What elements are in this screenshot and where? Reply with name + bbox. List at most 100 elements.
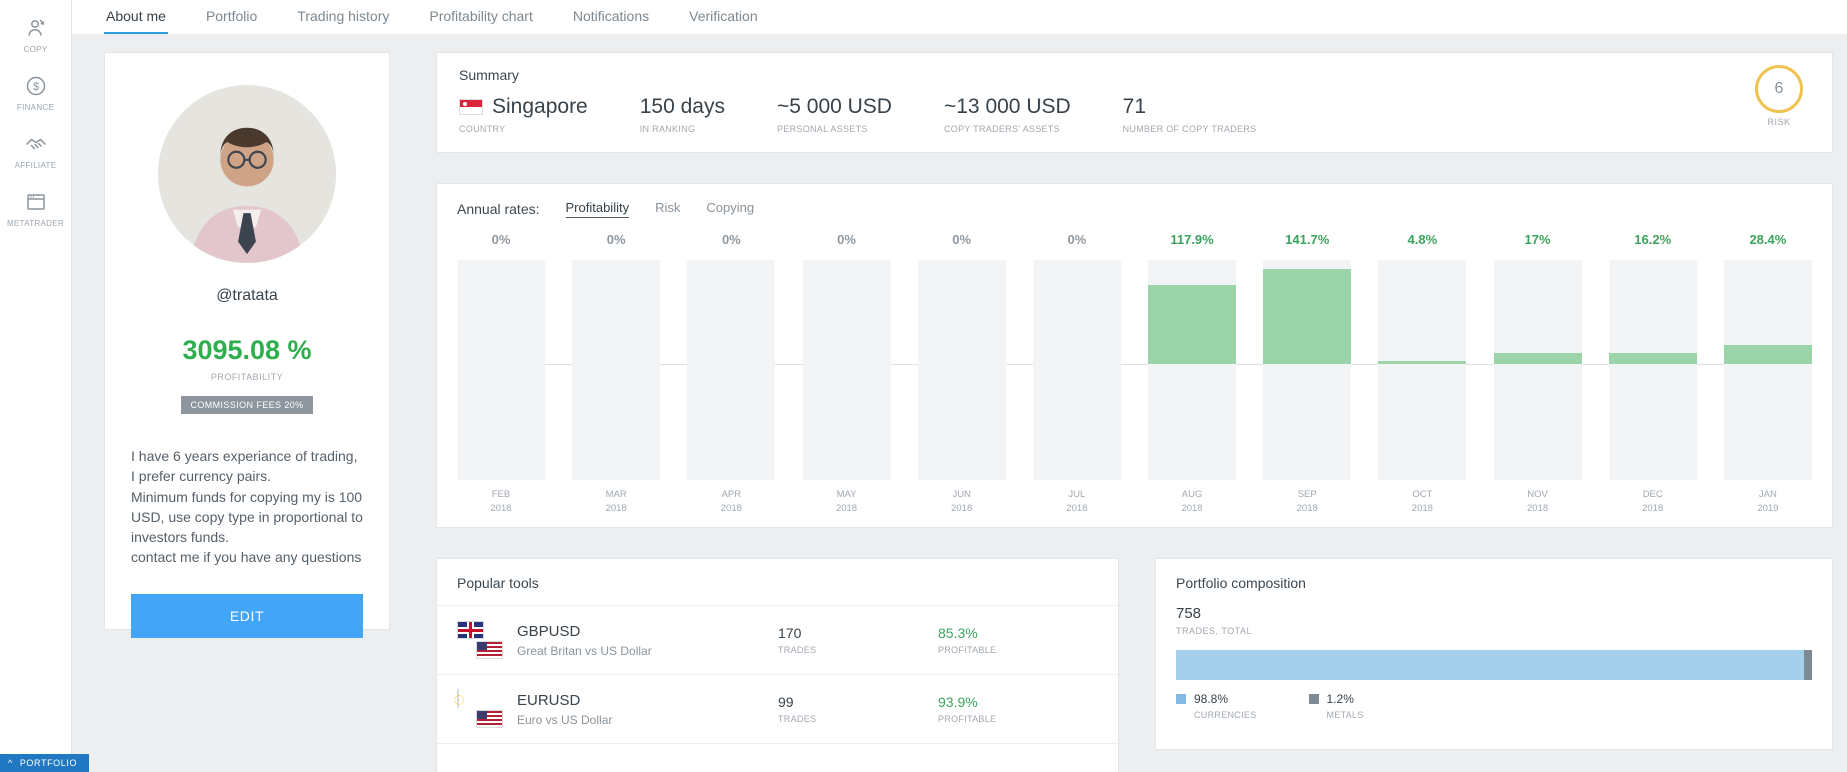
currencies-label: CURRENCIES [1194,710,1257,720]
summary-stats: Singapore COUNTRY 150 days IN RANKING ~5… [459,95,1810,134]
tool-row-eurusd[interactable]: EURUSD Euro vs US Dollar 99 TRADES 93.9%… [437,674,1118,744]
bar-month-label: FEB2018 [457,488,545,517]
bar [457,260,545,480]
svg-text:$: $ [32,81,38,93]
metals-segment [1804,650,1812,680]
chart-column: 4.8%OCT2018 [1378,232,1466,517]
commission-fees-badge: COMMISSION FEES 20% [181,396,312,414]
profitable-value: 85.3% [938,625,1098,641]
bar-value-label: 117.9% [1148,232,1236,256]
tab-about-me[interactable]: About me [104,0,168,34]
bar-month-label: NOV2018 [1494,488,1582,517]
annual-chart: 0%FEB20180%MAR20180%APR20180%MAY20180%JU… [457,232,1812,517]
edit-button[interactable]: EDIT [131,594,363,638]
tab-verification[interactable]: Verification [687,0,759,34]
chart-column: 17% NOV2018 [1494,232,1582,517]
sidebar-item-metatrader[interactable]: METATRADER [0,190,71,228]
bar-month-label: SEP2018 [1263,488,1351,517]
copy-traders-assets-value: ~13 000 USD [944,95,1071,119]
chart-column: 0% MAR2018 [572,232,660,517]
rate-tab-profitability[interactable]: Profitability [566,200,630,218]
bar [1148,260,1236,480]
bar-month-label: MAY2018 [803,488,891,517]
bio-text: I have 6 years experiance of trading, I … [131,446,363,568]
metatrader-window-icon [24,190,48,214]
sidebar-item-finance[interactable]: $ FINANCE [0,74,71,112]
metals-label: METALS [1327,710,1364,720]
tool-row-gbpusd[interactable]: GBPUSD Great Britan vs US Dollar 170 TRA… [437,605,1118,674]
stat-number-of-copy-traders: 71 NUMBER OF COPY TRADERS [1123,95,1257,134]
bar-value-label: 0% [1033,232,1121,256]
metals-value: 1.2% [1327,692,1364,706]
bar [1263,260,1351,480]
rate-tab-risk[interactable]: Risk [655,200,680,218]
collapse-caret-icon: ^ [8,759,13,768]
annual-rates-header: Annual rates: Profitability Risk Copying [457,200,1812,218]
tab-notifications[interactable]: Notifications [571,0,651,34]
affiliate-handshake-icon [24,132,48,156]
legend-metals: 1.2% METALS [1309,692,1364,720]
bar [918,260,1006,480]
chart-column: 0%JUL2018 [1033,232,1121,517]
trades-total-label: TRADES, TOTAL [1176,626,1812,636]
composition-stacked-bar [1176,650,1812,680]
stat-copy-traders-assets: ~13 000 USD COPY TRADERS' ASSETS [944,95,1071,134]
portfolio-badge-label: PORTFOLIO [20,758,77,768]
trades-total-value: 758 [1176,605,1812,622]
copy-traders-count-value: 71 [1123,95,1257,119]
composition-legend: 98.8% CURRENCIES 1.2% METALS [1176,692,1812,720]
bar-value-label: 4.8% [1378,232,1466,256]
bar-month-label: JAN2019 [1724,488,1812,517]
tool-profitable: 93.9% PROFITABLE [938,694,1098,724]
sidebar-item-copy[interactable]: COPY [0,16,71,54]
bar-value-label: 0% [572,232,660,256]
chart-column: 0% JUN2018 [918,232,1006,517]
copy-traders-count-label: NUMBER OF COPY TRADERS [1123,124,1257,134]
bar-value-label: 0% [918,232,1006,256]
in-ranking-label: IN RANKING [640,124,725,134]
risk-gauge: 6 [1755,65,1803,113]
uk-flag-icon [457,621,484,639]
chart-column: 0%APR2018 [687,232,775,517]
copy-person-icon [24,16,48,40]
chart-column: 117.9%AUG2018 [1148,232,1236,517]
sidebar-item-label: AFFILIATE [15,161,57,170]
bar-value-label: 0% [457,232,545,256]
bar [572,260,660,480]
summary-title: Summary [459,67,1810,83]
tab-portfolio[interactable]: Portfolio [204,0,259,34]
profitable-label: PROFITABLE [938,645,1098,655]
tool-fullname: Great Britan vs US Dollar [517,644,778,658]
eu-flag-icon [457,689,459,708]
bar-month-label: JUN2018 [918,488,1006,517]
trades-label: TRADES [778,645,938,655]
bar-value-label: 17% [1494,232,1582,256]
stat-country: Singapore COUNTRY [459,95,588,134]
country-label: COUNTRY [459,124,588,134]
bar-value-label: 28.4% [1724,232,1812,256]
summary-card: Summary Singapore COUNTRY 150 days IN RA… [436,52,1833,153]
bar-month-label: MAR2018 [572,488,660,517]
annual-rates-title: Annual rates: [457,201,540,217]
bar [1378,260,1466,480]
sidebar-item-affiliate[interactable]: AFFILIATE [0,132,71,170]
tab-profitability-chart[interactable]: Profitability chart [427,0,534,34]
trades-value: 170 [778,625,938,641]
metals-swatch-icon [1309,694,1319,704]
chart-column: 0%MAY2018 [803,232,891,517]
bar [1609,260,1697,480]
chart-column: 141.7%SEP2018 [1263,232,1351,517]
portfolio-collapse-badge[interactable]: ^ PORTFOLIO [0,754,89,772]
tool-fullname: Euro vs US Dollar [517,713,778,727]
singapore-flag-icon [459,99,483,115]
bio-line: contact me if you have any questions [131,547,363,567]
currencies-value: 98.8% [1194,692,1257,706]
tool-symbol: EURUSD [517,692,778,709]
rate-tab-copying[interactable]: Copying [706,200,754,218]
currencies-swatch-icon [1176,694,1186,704]
tab-trading-history[interactable]: Trading history [295,0,391,34]
tool-profitable: 85.3% PROFITABLE [938,625,1098,655]
profitability-value: 3095.08 % [131,335,363,366]
sidebar-item-label: METATRADER [7,219,64,228]
risk-indicator: 6 RISK [1752,65,1806,127]
